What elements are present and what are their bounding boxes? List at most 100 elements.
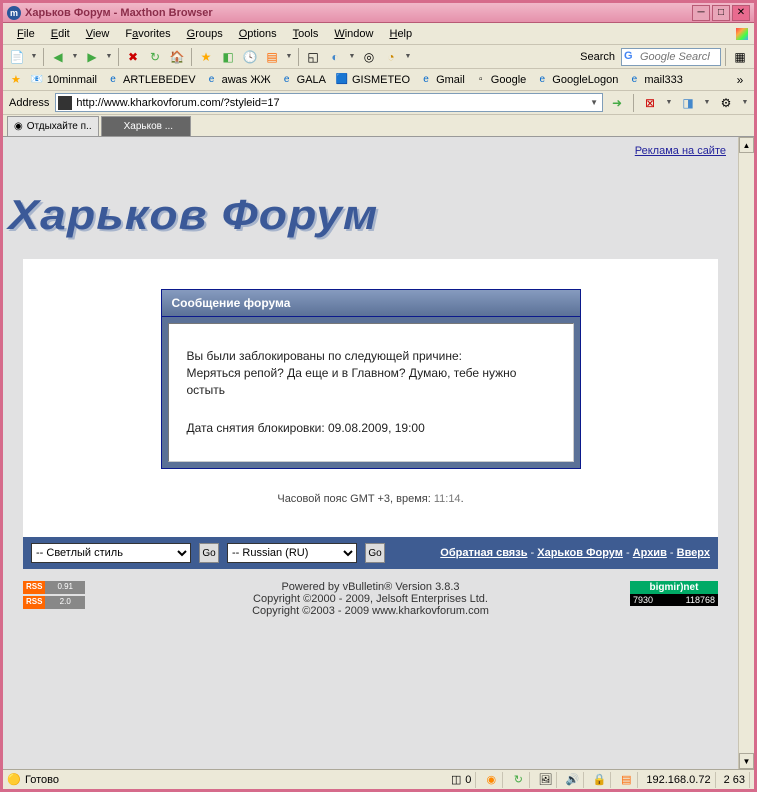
- groups-icon[interactable]: ◧: [218, 47, 238, 67]
- content-wrap: Реклама на сайте Харьков Форум Сообщение…: [3, 137, 754, 769]
- tab-2-active[interactable]: Харьков ...: [101, 116, 191, 136]
- close-button[interactable]: ✕: [732, 5, 750, 21]
- feed-icon[interactable]: ▤: [619, 773, 633, 787]
- tool-icon[interactable]: ◎: [359, 47, 379, 67]
- menu-groups[interactable]: Groups: [179, 26, 231, 42]
- fav-star-icon[interactable]: ★: [7, 71, 25, 88]
- search-input[interactable]: [640, 51, 710, 63]
- menu-file[interactable]: File: [9, 26, 43, 42]
- rss-091-badge[interactable]: RSS0.91: [23, 581, 85, 594]
- rss-icon[interactable]: ▤: [262, 47, 282, 67]
- forward-button[interactable]: ▶: [82, 47, 102, 67]
- archive-link[interactable]: Архив: [633, 547, 667, 559]
- message-header: Сообщение форума: [162, 290, 580, 317]
- bookmark-gala[interactable]: eGALA: [276, 71, 330, 89]
- dropdown-icon[interactable]: ▼: [104, 53, 114, 60]
- image-icon[interactable]: 🖼: [538, 773, 552, 787]
- dropdown-icon[interactable]: ▼: [664, 99, 674, 106]
- home-icon[interactable]: 🏠: [167, 47, 187, 67]
- dropdown-icon[interactable]: ▼: [284, 53, 294, 60]
- dropdown-icon[interactable]: ▼: [702, 99, 712, 106]
- language-select[interactable]: -- Russian (RU): [227, 543, 357, 563]
- address-input-wrap[interactable]: ▼: [55, 93, 603, 112]
- bigmir-counter[interactable]: bigmir)net 7930118768: [630, 581, 718, 606]
- style-select[interactable]: -- Светлый стиль: [31, 543, 191, 563]
- dropdown-icon[interactable]: ▼: [347, 53, 357, 60]
- menu-tools[interactable]: Tools: [285, 26, 327, 42]
- favorites-icon[interactable]: ★: [196, 47, 216, 67]
- bookmark-10minmail[interactable]: 📧10minmail: [26, 71, 101, 89]
- color-swatch-icon[interactable]: [736, 28, 748, 40]
- top-link[interactable]: Вверх: [677, 547, 710, 559]
- tool-icon[interactable]: ◔: [381, 47, 401, 67]
- menu-help[interactable]: Help: [381, 26, 420, 42]
- bookmarks-bar: ★ 📧10minmail eARTLEBEDEV eawas ЖЖ eGALA …: [3, 69, 754, 91]
- tool-icon[interactable]: ◐: [325, 47, 345, 67]
- resource-icon[interactable]: ◱: [303, 47, 323, 67]
- address-bar: Address ▼ ➜ ⊠ ▼ ◨ ▼ ⚙ ▼: [3, 91, 754, 115]
- vertical-scrollbar[interactable]: ▲ ▼: [738, 137, 754, 769]
- bookmark-googlelogon[interactable]: eGoogleLogon: [531, 71, 622, 89]
- forum-link[interactable]: Харьков Форум: [537, 547, 623, 559]
- bookmark-gismeteo[interactable]: 🟦GISMETEO: [331, 71, 414, 89]
- chevron-icon[interactable]: »: [730, 70, 750, 90]
- stop-icon[interactable]: ✖: [123, 47, 143, 67]
- go-button[interactable]: ➜: [607, 93, 627, 113]
- script-icon[interactable]: ↻: [511, 773, 525, 787]
- bookmark-artlebedev[interactable]: eARTLEBEDEV: [102, 71, 200, 89]
- adh-icon[interactable]: ◉: [484, 773, 498, 787]
- layout-icon[interactable]: ▦: [730, 47, 750, 67]
- tab-1[interactable]: ◉ Отдыхайте п..: [7, 116, 99, 136]
- footer-navbar: -- Светлый стиль Go -- Russian (RU) Go О…: [23, 537, 718, 569]
- rss-20-badge[interactable]: RSS2.0: [23, 596, 85, 609]
- bookmark-awas[interactable]: eawas ЖЖ: [201, 71, 275, 89]
- popup-icon[interactable]: ◫: [449, 773, 463, 787]
- go-button[interactable]: Go: [199, 543, 219, 563]
- chevron-down-icon[interactable]: ▼: [588, 98, 600, 107]
- options-icon[interactable]: ⚙: [716, 93, 736, 113]
- scroll-up-icon[interactable]: ▲: [739, 137, 754, 153]
- bookmark-gmail[interactable]: eGmail: [415, 71, 469, 89]
- menu-window[interactable]: Window: [326, 26, 381, 42]
- lock-icon[interactable]: 🔒: [592, 773, 606, 787]
- search-label: Search: [576, 51, 619, 63]
- go-button[interactable]: Go: [365, 543, 385, 563]
- menu-view[interactable]: View: [78, 26, 118, 42]
- new-tab-icon[interactable]: 📄: [7, 47, 27, 67]
- ad-link[interactable]: Реклама на сайте: [3, 137, 738, 161]
- filter-icon[interactable]: ◨: [678, 93, 698, 113]
- rss-badges: RSS0.91 RSS2.0: [23, 581, 85, 611]
- history-icon[interactable]: 🕓: [240, 47, 260, 67]
- app-icon: m: [7, 6, 21, 20]
- address-input[interactable]: [76, 97, 588, 109]
- ban-reason-text: Меряться репой? Да еще и в Главном? Дума…: [187, 365, 555, 399]
- search-box[interactable]: G: [621, 48, 721, 66]
- dropdown-icon[interactable]: ▼: [740, 99, 750, 106]
- ban-lift-date: Дата снятия блокировки: 09.08.2009, 19:0…: [187, 420, 555, 437]
- menu-edit[interactable]: Edit: [43, 26, 78, 42]
- copyright-jelsoft: Copyright ©2000 - 2009, Jelsoft Enterpri…: [23, 593, 718, 605]
- site-icon: [108, 121, 120, 133]
- statusbar: 🟡 Готово ◫0 ◉ ↻ 🖼 🔊 🔒 ▤ 192.168.0.72 2 6…: [3, 769, 754, 789]
- bookmark-google[interactable]: ▫Google: [470, 71, 530, 89]
- minimize-button[interactable]: ─: [692, 5, 710, 21]
- block-icon[interactable]: ⊠: [640, 93, 660, 113]
- scroll-track[interactable]: [739, 153, 754, 753]
- tab-label: Харьков ...: [124, 121, 173, 132]
- dropdown-icon[interactable]: ▼: [403, 53, 413, 60]
- menubar: File Edit View Favorites Groups Options …: [3, 23, 754, 45]
- bookmark-mail333[interactable]: email333: [623, 71, 687, 89]
- dropdown-icon[interactable]: ▼: [29, 53, 39, 60]
- menu-options[interactable]: Options: [231, 26, 285, 42]
- scroll-down-icon[interactable]: ▼: [739, 753, 754, 769]
- maximize-button[interactable]: □: [712, 5, 730, 21]
- contact-link[interactable]: Обратная связь: [440, 547, 527, 559]
- sound-icon[interactable]: 🔊: [565, 773, 579, 787]
- message-panel: Сообщение форума Вы были заблокированы п…: [161, 289, 581, 469]
- menu-favorites[interactable]: Favorites: [117, 26, 178, 42]
- refresh-icon[interactable]: ↻: [145, 47, 165, 67]
- dropdown-icon[interactable]: ▼: [70, 53, 80, 60]
- browser-window: m Харьков Форум - Maxthon Browser ─ □ ✕ …: [0, 0, 757, 792]
- back-button[interactable]: ◀: [48, 47, 68, 67]
- logo-text: Харьков Форум: [8, 191, 738, 239]
